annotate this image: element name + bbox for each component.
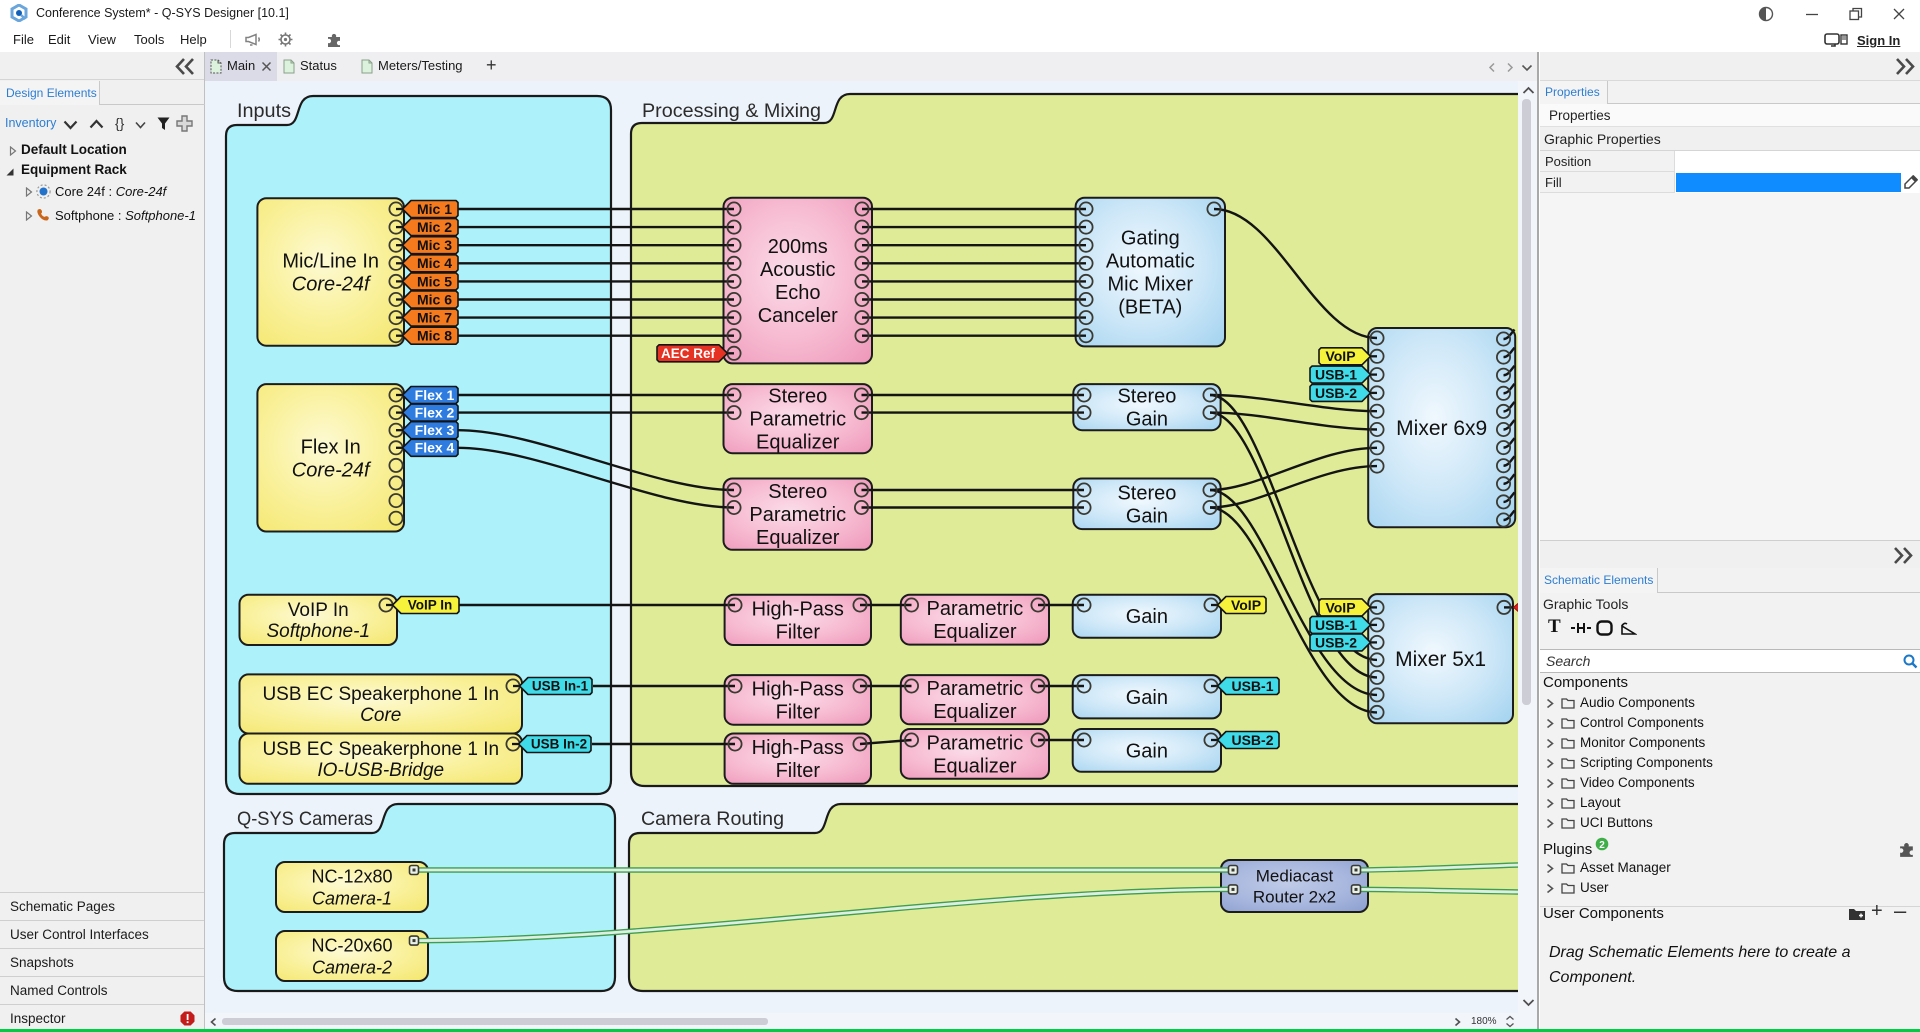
- svg-text:Stereo: Stereo: [1117, 386, 1176, 408]
- svg-text:200ms: 200ms: [768, 236, 828, 258]
- svg-text:High-Pass: High-Pass: [752, 598, 844, 620]
- svg-text:Parametric: Parametric: [927, 598, 1024, 620]
- svg-text:Processing & Mixing: Processing & Mixing: [642, 101, 821, 122]
- svg-text:Equalizer: Equalizer: [756, 527, 840, 549]
- svg-text:VoIP In: VoIP In: [288, 600, 349, 621]
- svg-text:Filter: Filter: [776, 760, 821, 782]
- svg-text:NC-12x80: NC-12x80: [311, 866, 392, 886]
- svg-text:Flex 4: Flex 4: [415, 440, 455, 456]
- svg-text:Parametric: Parametric: [927, 678, 1024, 700]
- svg-text:Gating: Gating: [1121, 228, 1180, 250]
- svg-text:Filter: Filter: [776, 621, 821, 643]
- svg-text:Stereo: Stereo: [768, 386, 827, 408]
- svg-text:Softphone-1: Softphone-1: [266, 621, 370, 642]
- svg-text:Flex 3: Flex 3: [415, 422, 455, 438]
- svg-text:Stereo: Stereo: [1117, 482, 1176, 504]
- svg-text:Gain: Gain: [1126, 740, 1168, 762]
- svg-text:Mic 8: Mic 8: [417, 328, 452, 344]
- svg-text:Gain: Gain: [1126, 606, 1168, 628]
- svg-text:USB-1: USB-1: [1231, 678, 1273, 694]
- svg-text:High-Pass: High-Pass: [752, 737, 844, 759]
- svg-text:Stereo: Stereo: [768, 481, 827, 503]
- svg-text:Q-SYS Cameras: Q-SYS Cameras: [237, 809, 373, 830]
- svg-text:Parametric: Parametric: [749, 409, 846, 431]
- svg-text:Mic 1: Mic 1: [417, 201, 452, 217]
- svg-text:Core: Core: [360, 705, 401, 726]
- svg-text:Flex 1: Flex 1: [415, 387, 455, 403]
- svg-text:Core-24f: Core-24f: [292, 459, 372, 481]
- svg-text:USB EC Speakerphone 1 In: USB EC Speakerphone 1 In: [262, 684, 499, 705]
- svg-text:Mic 4: Mic 4: [417, 255, 452, 271]
- svg-text:Acoustic: Acoustic: [760, 259, 836, 281]
- svg-text:Flex In: Flex In: [301, 436, 361, 458]
- svg-text:Parametric: Parametric: [749, 504, 846, 526]
- svg-text:AEC Ref: AEC Ref: [661, 346, 716, 361]
- svg-text:Mic 6: Mic 6: [417, 291, 452, 307]
- svg-text:Mic 3: Mic 3: [417, 237, 452, 253]
- svg-text:USB-1: USB-1: [1315, 617, 1357, 633]
- svg-text:Mic 5: Mic 5: [417, 273, 452, 289]
- svg-text:USB-2: USB-2: [1315, 634, 1357, 650]
- svg-text:Canceler: Canceler: [758, 305, 838, 327]
- svg-text:Mic 2: Mic 2: [417, 219, 452, 235]
- svg-text:Core-24f: Core-24f: [292, 273, 372, 295]
- svg-text:IO-USB-Bridge: IO-USB-Bridge: [317, 760, 444, 781]
- svg-text:Filter: Filter: [776, 701, 821, 723]
- svg-text:USB In-2: USB In-2: [531, 737, 587, 752]
- svg-text:Gain: Gain: [1126, 409, 1168, 431]
- svg-text:2: 2: [1599, 840, 1605, 851]
- svg-text:VoIP: VoIP: [1325, 348, 1355, 364]
- svg-text:High-Pass: High-Pass: [752, 678, 844, 700]
- svg-text:Parametric: Parametric: [927, 732, 1024, 754]
- svg-text:Equalizer: Equalizer: [933, 755, 1017, 777]
- svg-text:Mic/Line In: Mic/Line In: [282, 250, 379, 272]
- svg-text:Echo: Echo: [775, 282, 821, 304]
- svg-text:Router 2x2: Router 2x2: [1253, 888, 1336, 907]
- svg-text:Mic Mixer: Mic Mixer: [1108, 274, 1194, 296]
- svg-text:(BETA): (BETA): [1118, 297, 1182, 319]
- svg-text:Mediacast: Mediacast: [1256, 867, 1334, 886]
- svg-text:Inputs: Inputs: [237, 101, 291, 122]
- svg-text:USB-2: USB-2: [1315, 385, 1357, 401]
- svg-text:Mic 7: Mic 7: [417, 310, 452, 326]
- svg-text:Camera Routing: Camera Routing: [641, 809, 784, 830]
- svg-text:VoIP: VoIP: [1325, 599, 1355, 615]
- svg-text:Flex 2: Flex 2: [415, 405, 455, 421]
- svg-text:USB-2: USB-2: [1231, 732, 1273, 748]
- svg-text:VoIP In: VoIP In: [408, 598, 453, 613]
- svg-text:Equalizer: Equalizer: [933, 621, 1017, 643]
- svg-text:Camera-2: Camera-2: [312, 957, 392, 977]
- svg-text:USB In-1: USB In-1: [532, 679, 589, 694]
- svg-text:Gain: Gain: [1126, 505, 1168, 527]
- svg-text:NC-20x60: NC-20x60: [311, 935, 392, 955]
- svg-text:USB-1: USB-1: [1315, 367, 1357, 383]
- svg-text:Equalizer: Equalizer: [756, 432, 840, 454]
- svg-text:VoIP: VoIP: [1231, 597, 1261, 613]
- svg-text:Camera-1: Camera-1: [312, 888, 392, 908]
- svg-text:Mixer 5x1: Mixer 5x1: [1395, 648, 1486, 671]
- svg-text:USB EC Speakerphone 1 In: USB EC Speakerphone 1 In: [262, 739, 499, 760]
- svg-text:Gain: Gain: [1126, 687, 1168, 709]
- svg-text:Mixer 6x9: Mixer 6x9: [1396, 417, 1487, 440]
- svg-text:Equalizer: Equalizer: [933, 701, 1017, 723]
- svg-text:Automatic: Automatic: [1106, 251, 1195, 273]
